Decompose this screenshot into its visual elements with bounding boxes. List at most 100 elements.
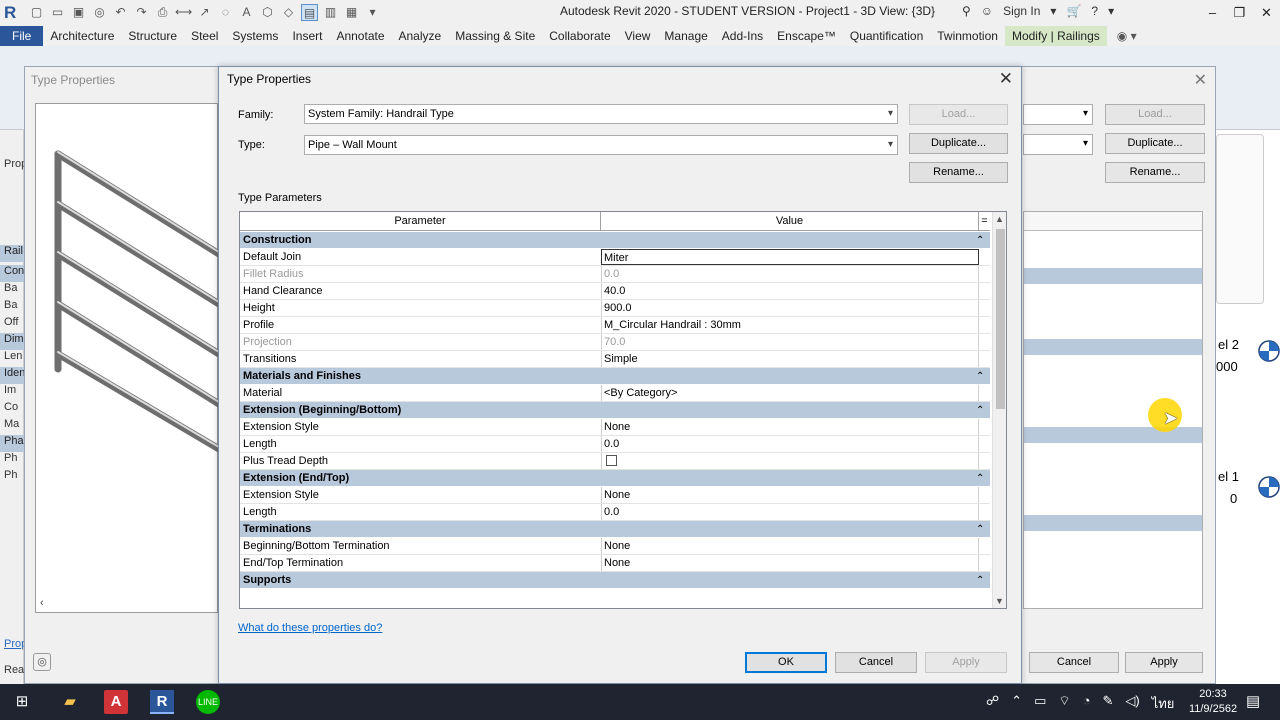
parameter-row[interactable]: Default Join Miter (240, 249, 990, 266)
parameter-group-header[interactable]: Terminations ⌃ (240, 521, 990, 538)
background-rename-button[interactable]: Rename... (1105, 162, 1205, 183)
switch-windows-icon[interactable]: ▦ (343, 4, 360, 21)
save-icon[interactable]: ▣ (70, 4, 87, 21)
parameter-value[interactable]: None (601, 487, 979, 503)
parameter-row[interactable]: Fillet Radius 0.0 (240, 266, 990, 283)
parameter-row[interactable]: Extension Style None (240, 487, 990, 504)
parameter-row[interactable]: Length 0.0 (240, 436, 990, 453)
binoculars-icon[interactable]: ⚲ (962, 4, 971, 18)
parameter-row[interactable]: Transitions Simple (240, 351, 990, 368)
tab-enscape[interactable]: Enscape™ (770, 26, 843, 46)
tab-collaborate[interactable]: Collaborate (542, 26, 617, 46)
redo-icon[interactable]: ↷ (133, 4, 150, 21)
collapse-chevron-icon[interactable]: ⌃ (976, 470, 984, 487)
parameter-value[interactable]: 900.0 (601, 300, 979, 316)
properties-row[interactable]: Ba (0, 299, 24, 316)
print-icon[interactable]: ⎙ (154, 4, 171, 21)
close-icon[interactable]: ✕ (1194, 70, 1207, 90)
3d-view-icon[interactable]: ⬡ (259, 4, 276, 21)
help-link[interactable]: What do these properties do? (238, 622, 382, 634)
parameter-group-header[interactable]: Materials and Finishes ⌃ (240, 368, 990, 385)
scrollbar-thumb[interactable] (996, 229, 1005, 409)
parameter-row[interactable]: Projection 70.0 (240, 334, 990, 351)
column-header-parameter[interactable]: Parameter (240, 212, 601, 231)
windows-start-icon[interactable]: ⊞ (10, 690, 34, 714)
navigation-bar[interactable] (1216, 134, 1264, 304)
preview-toggle-icon[interactable]: ◎ (33, 653, 51, 671)
background-family-select[interactable]: ▾ (1023, 104, 1093, 125)
type-select[interactable]: Pipe – Wall Mount ▾ (304, 135, 898, 155)
volume-icon[interactable]: ◁) (1125, 693, 1139, 714)
parameter-row[interactable]: Beginning/Bottom Termination None (240, 538, 990, 555)
help-icon[interactable]: ? (1091, 4, 1098, 18)
properties-help-link[interactable]: Prop (0, 638, 24, 655)
background-load-button[interactable]: Load... (1105, 104, 1205, 125)
undo-icon[interactable]: ↶ (112, 4, 129, 21)
background-apply-button[interactable]: Apply (1125, 652, 1203, 673)
close-icon[interactable]: ✕ (999, 69, 1013, 89)
parameter-row[interactable]: Length 0.0 (240, 504, 990, 521)
minimize-icon[interactable]: – (1199, 0, 1226, 26)
open-icon[interactable]: ▭ (49, 4, 66, 21)
properties-row[interactable]: Co (0, 401, 24, 418)
parameter-group-header[interactable]: Supports ⌃ (240, 572, 990, 589)
measure-icon[interactable]: ⟷ (175, 4, 192, 21)
load-button[interactable]: Load... (909, 104, 1008, 125)
tab-quantification[interactable]: Quantification (843, 26, 930, 46)
tab-twinmotion[interactable]: Twinmotion (930, 26, 1005, 46)
tab-view[interactable]: View (618, 26, 658, 46)
family-select[interactable]: System Family: Handrail Type ▾ (304, 104, 898, 124)
sync-icon[interactable]: ◎ (91, 4, 108, 21)
revit-logo-icon[interactable]: R (4, 3, 22, 22)
parameter-value[interactable]: Simple (601, 351, 979, 367)
section-icon[interactable]: ◇ (280, 4, 297, 21)
column-header-formula[interactable]: = (979, 212, 990, 231)
parameter-row[interactable]: Hand Clearance 40.0 (240, 283, 990, 300)
duplicate-button[interactable]: Duplicate... (909, 133, 1008, 154)
apply-button[interactable]: Apply (925, 652, 1007, 673)
parameter-row[interactable]: End/Top Termination None (240, 555, 990, 572)
tab-structure[interactable]: Structure (121, 26, 184, 46)
properties-group[interactable]: Pha (0, 435, 24, 452)
customize-qat-icon[interactable]: ▾ (364, 4, 381, 21)
tab-modify-railings[interactable]: Modify | Railings (1004, 26, 1107, 46)
restore-icon[interactable]: ❐ (1226, 0, 1253, 26)
text-icon[interactable]: A (238, 4, 255, 21)
ribbon-options-icon[interactable]: ◉ ▾ (1107, 26, 1147, 46)
collapse-chevron-icon[interactable]: ⌃ (976, 402, 984, 419)
tab-analyze[interactable]: Analyze (392, 26, 449, 46)
ok-button[interactable]: OK (745, 652, 827, 673)
tab-add-ins[interactable]: Add-Ins (715, 26, 770, 46)
vertical-scrollbar[interactable]: ▲ ▼ (992, 212, 1006, 608)
notification-icon[interactable]: ▤ (1246, 692, 1260, 710)
parameter-value[interactable]: 40.0 (601, 283, 979, 299)
properties-row[interactable]: Ba (0, 282, 24, 299)
properties-row[interactable]: Ma (0, 418, 24, 435)
parameter-row[interactable]: Plus Tread Depth (240, 453, 990, 470)
collapse-chevron-icon[interactable]: ⌃ (976, 368, 984, 385)
wifi-icon[interactable]: ◔ (1083, 693, 1091, 714)
scroll-up-icon[interactable]: ▲ (995, 214, 1004, 224)
tag-icon[interactable]: ◌ (217, 4, 234, 21)
file-explorer-icon[interactable]: ▰ (58, 690, 82, 714)
parameter-row[interactable]: Height 900.0 (240, 300, 990, 317)
parameter-row[interactable]: Profile M_Circular Handrail : 30mm (240, 317, 990, 334)
tab-systems[interactable]: Systems (225, 26, 285, 46)
parameter-row[interactable]: Material <By Category> (240, 385, 990, 402)
pen-icon[interactable]: ✎ (1102, 693, 1113, 714)
revit-taskbar-icon[interactable]: R (150, 690, 174, 714)
column-header-value[interactable]: Value (601, 212, 979, 231)
tab-manage[interactable]: Manage (657, 26, 714, 46)
scroll-down-icon[interactable]: ▼ (995, 596, 1004, 606)
tab-architecture[interactable]: Architecture (43, 26, 121, 46)
tab-file[interactable]: File (0, 26, 44, 46)
parameter-value[interactable]: <By Category> (601, 385, 979, 401)
chevron-up-icon[interactable]: ⌃ (1011, 693, 1022, 714)
properties-group[interactable]: Con (0, 265, 24, 282)
properties-row[interactable]: Off (0, 316, 24, 333)
network-icon[interactable]: ⌔ (1058, 693, 1070, 714)
properties-group[interactable]: Iden (0, 367, 24, 384)
chevron-down-icon[interactable]: ▾ (1050, 4, 1056, 18)
rename-button[interactable]: Rename... (909, 162, 1008, 183)
parameter-row[interactable]: Extension Style None (240, 419, 990, 436)
